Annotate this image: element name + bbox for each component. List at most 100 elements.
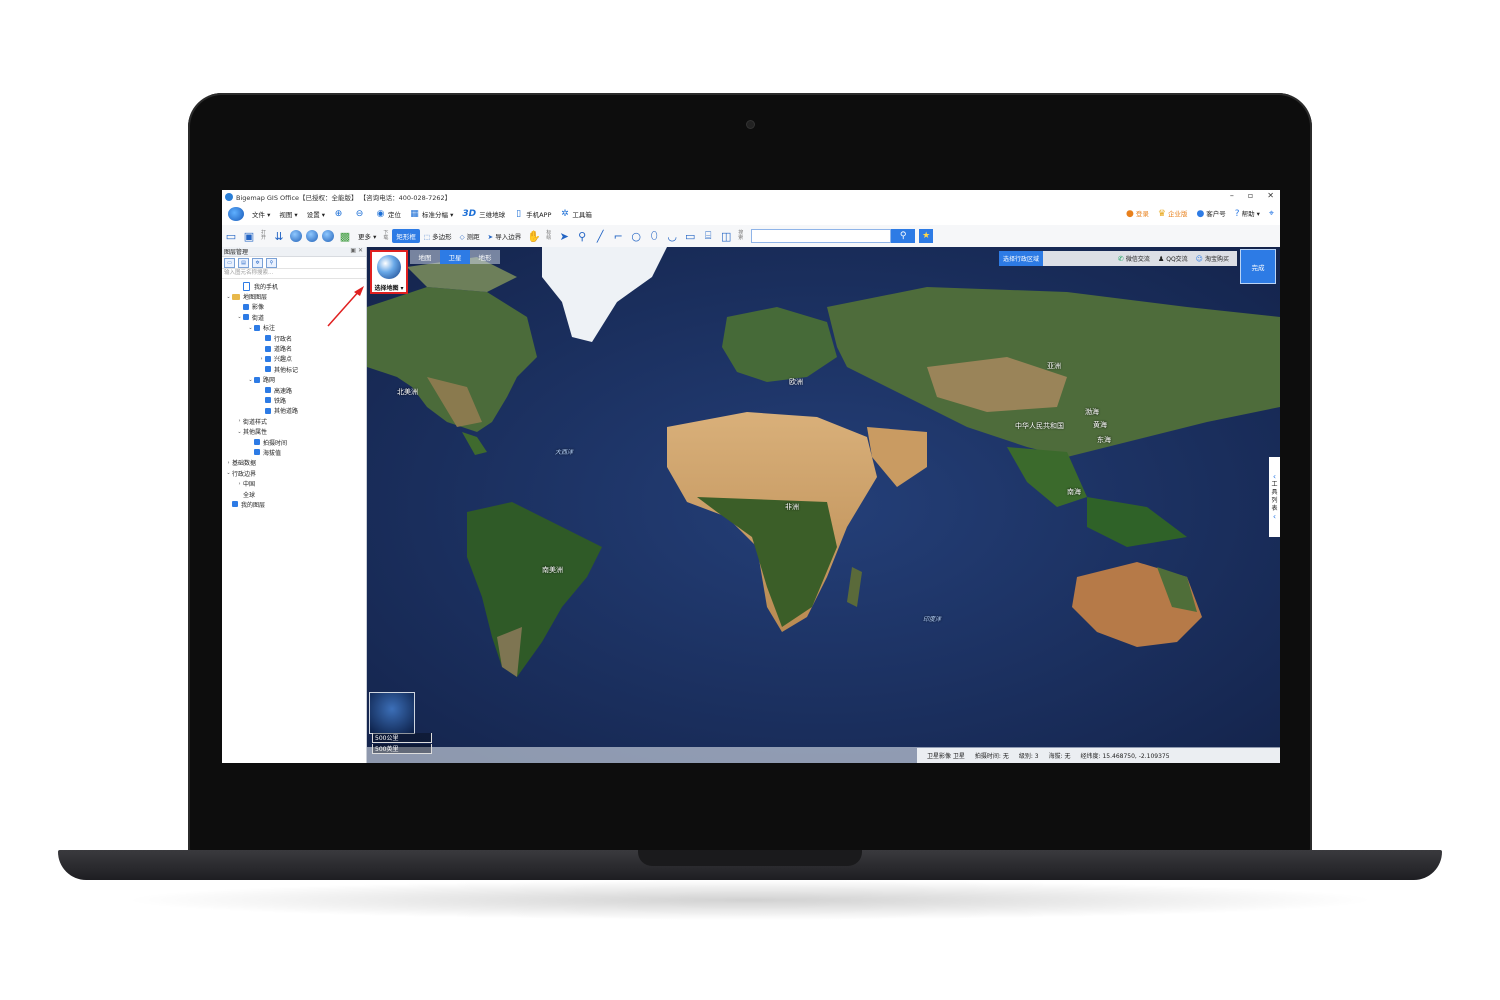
expand-arrow-icon[interactable]: ⌄ [236, 429, 243, 435]
customer-id-button[interactable]: ● 客户号 [1196, 208, 1225, 219]
crosshair-icon[interactable]: ⌖ [1269, 209, 1274, 219]
select-map-button[interactable]: 选择地图 ▾ [370, 250, 408, 294]
save-layer-icon[interactable]: ▤ [238, 257, 249, 268]
layer-row[interactable]: 其他标记 [222, 364, 366, 374]
open-folder-button[interactable]: ▭ [224, 229, 238, 243]
layer-row[interactable]: › 街道样式 [222, 416, 366, 426]
menu-settings[interactable]: 设置 ▾ [307, 209, 325, 219]
globe-button-3[interactable] [322, 230, 334, 242]
layer-checkbox[interactable] [243, 303, 249, 310]
login-button[interactable]: ● 登录 [1126, 208, 1149, 219]
layer-row[interactable]: 行政名 [222, 333, 366, 343]
overview-minimap[interactable] [369, 692, 415, 734]
expand-arrow-icon[interactable]: ⌄ [225, 294, 232, 300]
search-layer-icon[interactable]: ⚲ [266, 257, 277, 268]
layer-checkbox[interactable] [265, 345, 271, 352]
layer-checkbox[interactable] [254, 324, 260, 331]
layer-row[interactable]: ⌄ 行政边界 [222, 468, 366, 478]
expand-arrow-icon[interactable]: › [236, 481, 243, 487]
more-button[interactable]: 更多 ▾ [358, 231, 376, 241]
close-button[interactable]: ✕ [1267, 191, 1274, 200]
panel-controls[interactable]: ▣ ✕ [350, 247, 363, 254]
polygon-select-button[interactable]: ⬚ 多边形 [424, 231, 452, 241]
layer-checkbox[interactable] [254, 376, 260, 383]
layer-checkbox[interactable] [254, 449, 260, 456]
menu-view[interactable]: 视图 ▾ [279, 209, 297, 219]
expand-arrow-icon[interactable]: › [236, 418, 243, 424]
rectangle-select-button[interactable]: 矩形框 [392, 229, 420, 243]
layer-checkbox[interactable] [265, 407, 271, 414]
layer-row[interactable]: › 基础数据 [222, 458, 366, 468]
ruler-button[interactable]: ⌸ [701, 229, 715, 243]
layer-checkbox[interactable] [265, 387, 271, 394]
circle-button[interactable]: ○ [629, 229, 643, 243]
open-layer-icon[interactable]: ▭ [224, 257, 235, 268]
layer-checkbox[interactable] [254, 439, 260, 446]
map-view[interactable]: 选择地图 ▾ 地图 卫星 地形 选择行政区域 ✆ 微信交流 ♟ QQ交流 ☺ 淘宝购买… [367, 247, 1280, 763]
enterprise-button[interactable]: ♛ 企业版 [1158, 208, 1188, 219]
map-layer-button[interactable]: ▩ [338, 229, 352, 243]
area-button[interactable]: ◫ [719, 229, 733, 243]
layer-row[interactable]: 高速路 [222, 385, 366, 395]
favorite-button[interactable]: ★ [919, 229, 934, 243]
layer-row[interactable]: 我的图层 [222, 499, 366, 509]
zoom-out-button[interactable]: ⊖ [355, 209, 367, 219]
layer-row[interactable]: ⌄ 其他属性 [222, 426, 366, 437]
expand-arrow-icon[interactable]: › [258, 356, 265, 362]
settings-layer-icon[interactable]: ✲ [252, 257, 263, 268]
wechat-link[interactable]: ✆ 微信交流 [1118, 254, 1150, 264]
maximize-button[interactable]: ▫ [1248, 191, 1253, 200]
download-button[interactable]: ⇊ [272, 229, 286, 243]
layer-row[interactable]: 拍摄时间 [222, 437, 366, 447]
search-button[interactable]: ⚲ [891, 229, 916, 243]
expand-arrow-icon[interactable]: ⌄ [247, 325, 254, 331]
layer-checkbox[interactable] [265, 366, 271, 373]
layer-row[interactable]: 铁路 [222, 395, 366, 405]
search-input[interactable] [751, 229, 892, 243]
layer-search-input[interactable]: 输入图元名称搜索... [222, 269, 366, 279]
select-region-button[interactable]: 选择行政区域 [999, 251, 1044, 266]
mobile-app-button[interactable]: ▯ 手机APP [514, 209, 551, 219]
measure-button[interactable]: ◇ 测距 [460, 231, 480, 241]
rectangle-button[interactable]: ▭ [683, 229, 697, 243]
minimize-button[interactable]: – [1230, 191, 1234, 200]
qq-link[interactable]: ♟ QQ交流 [1158, 254, 1188, 264]
import-boundary-button[interactable]: ➤ 导入边界 [488, 231, 522, 241]
expand-arrow-icon[interactable]: ⌄ [247, 377, 254, 383]
layer-row[interactable]: › 中国 [222, 478, 366, 489]
save-button[interactable]: ▣ [242, 229, 256, 243]
3d-earth-button[interactable]: 3D 三维地球 [462, 209, 505, 219]
expand-arrow-icon[interactable]: › [225, 460, 232, 466]
layer-row[interactable]: 其他道路 [222, 406, 366, 416]
layer-checkbox[interactable] [265, 397, 271, 404]
pan-button[interactable]: ✋ [527, 229, 541, 243]
toolbox-button[interactable]: ✲ 工具箱 [560, 209, 592, 219]
layer-checkbox[interactable] [265, 335, 271, 342]
tab-satellite[interactable]: 卫星 [440, 250, 470, 264]
line-button[interactable]: ╱ [593, 229, 607, 243]
layer-row[interactable]: 全球 [222, 489, 366, 499]
help-menu[interactable]: ? 帮助 ▾ [1235, 208, 1260, 219]
layer-row[interactable]: 道路名 [222, 343, 366, 353]
arc-button[interactable]: ◡ [665, 229, 679, 243]
ellipse-button[interactable]: ⬯ [647, 229, 661, 243]
tool-list-tab[interactable]: ‹ 工 具 列 表 ‹ [1269, 457, 1280, 537]
zoom-in-button[interactable]: ⊕ [334, 209, 346, 219]
layer-row[interactable]: 海拔值 [222, 447, 366, 457]
polyline-button[interactable]: ⌐ [611, 229, 625, 243]
taobao-link[interactable]: ☺ 淘宝购买 [1196, 254, 1229, 264]
layer-checkbox[interactable] [243, 314, 249, 321]
done-button[interactable]: 完成 [1240, 249, 1276, 284]
layer-row[interactable]: ⌄ 路网 [222, 375, 366, 385]
select-button[interactable]: ➤ [557, 229, 571, 243]
expand-arrow-icon[interactable]: ⌄ [236, 314, 243, 320]
standard-sheet-menu[interactable]: ▦ 标准分幅 ▾ [410, 209, 453, 219]
tab-map[interactable]: 地图 [410, 250, 440, 264]
globe-button-1[interactable] [290, 230, 302, 242]
globe-button-2[interactable] [306, 230, 318, 242]
tab-terrain[interactable]: 地形 [470, 250, 500, 264]
locate-button[interactable]: ◉ 定位 [376, 209, 401, 219]
layer-row[interactable]: › 兴趣点 [222, 354, 366, 364]
marker-button[interactable]: ⚲ [575, 229, 589, 243]
expand-arrow-icon[interactable]: ⌄ [225, 470, 232, 476]
